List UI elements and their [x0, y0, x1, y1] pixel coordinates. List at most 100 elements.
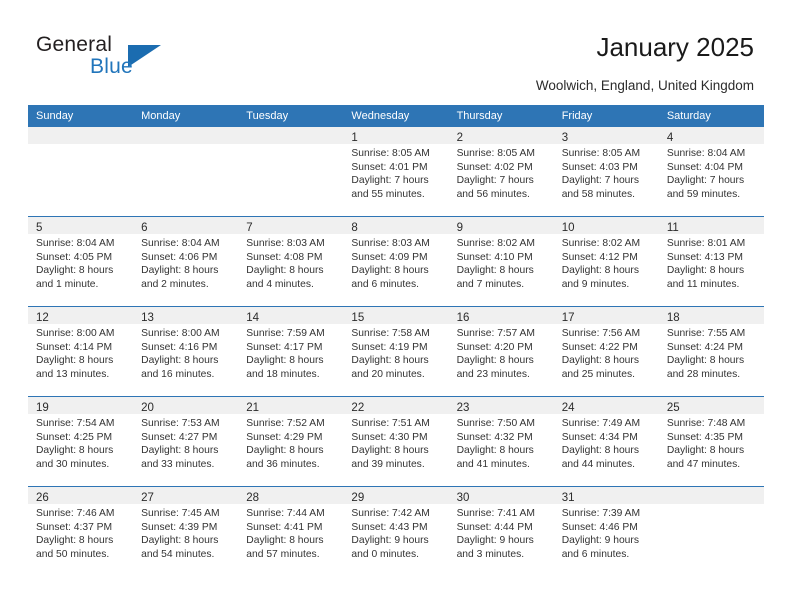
daylight-text-line1: Daylight: 8 hours	[246, 355, 324, 367]
day-cell[interactable]: 13 Sunrise: 8:00 AM Sunset: 4:16 PM Dayl…	[133, 306, 239, 397]
day-cell[interactable]: 25 Sunrise: 7:48 AM Sunset: 4:35 PM Dayl…	[658, 396, 764, 487]
day-number: 2	[456, 132, 463, 144]
day-cell[interactable]	[28, 127, 134, 217]
day-details: Sunrise: 7:49 AM Sunset: 4:34 PM Dayligh…	[554, 414, 659, 471]
weekday-header-friday: Friday	[553, 105, 659, 127]
daylight-text-line1: Daylight: 8 hours	[666, 445, 745, 457]
sunset-text: Sunset: 4:29 PM	[246, 431, 323, 443]
day-cell[interactable]: 3 Sunrise: 8:05 AM Sunset: 4:03 PM Dayli…	[553, 127, 659, 217]
daylight-text-line1: Daylight: 8 hours	[141, 535, 219, 547]
day-number: 7	[246, 222, 253, 234]
day-cell-inner: 21 Sunrise: 7:52 AM Sunset: 4:29 PM Dayl…	[238, 397, 344, 486]
day-cell-inner: 20 Sunrise: 7:53 AM Sunset: 4:27 PM Dayl…	[133, 397, 239, 486]
sunset-text: Sunset: 4:05 PM	[36, 251, 113, 263]
daylight-text-line2: and 1 minute.	[36, 278, 99, 290]
day-number: 31	[561, 492, 575, 504]
day-number: 10	[561, 222, 575, 234]
daylight-text-line1: Daylight: 9 hours	[351, 535, 429, 547]
sunrise-text: Sunrise: 8:03 AM	[351, 238, 430, 249]
sunrise-text: Sunrise: 7:46 AM	[36, 508, 115, 519]
day-cell[interactable]: 12 Sunrise: 8:00 AM Sunset: 4:14 PM Dayl…	[28, 306, 134, 397]
day-cell[interactable]: 4 Sunrise: 8:04 AM Sunset: 4:04 PM Dayli…	[658, 127, 764, 217]
day-number-strip: 19	[28, 397, 134, 414]
day-cell[interactable]: 30 Sunrise: 7:41 AM Sunset: 4:44 PM Dayl…	[448, 486, 554, 576]
sunset-text: Sunset: 4:10 PM	[456, 251, 533, 263]
sunset-text: Sunset: 4:14 PM	[36, 341, 113, 353]
day-number: 30	[456, 492, 470, 504]
day-number-strip: 14	[238, 307, 344, 324]
day-cell[interactable]: 26 Sunrise: 7:46 AM Sunset: 4:37 PM Dayl…	[28, 486, 134, 576]
daylight-text-line2: and 6 minutes.	[351, 278, 419, 290]
daylight-text-line1: Daylight: 8 hours	[141, 355, 219, 367]
sunset-text: Sunset: 4:24 PM	[666, 341, 743, 353]
daylight-text-line2: and 39 minutes.	[351, 458, 425, 470]
day-cell[interactable]	[658, 486, 764, 576]
day-cell-inner: 8 Sunrise: 8:03 AM Sunset: 4:09 PM Dayli…	[343, 217, 449, 306]
day-cell[interactable]: 29 Sunrise: 7:42 AM Sunset: 4:43 PM Dayl…	[343, 486, 449, 576]
daylight-text-line1: Daylight: 8 hours	[36, 535, 114, 547]
sunset-text: Sunset: 4:16 PM	[141, 341, 218, 353]
day-details: Sunrise: 8:04 AM Sunset: 4:04 PM Dayligh…	[659, 144, 764, 201]
day-cell[interactable]: 1 Sunrise: 8:05 AM Sunset: 4:01 PM Dayli…	[343, 127, 449, 217]
day-cell[interactable]: 27 Sunrise: 7:45 AM Sunset: 4:39 PM Dayl…	[133, 486, 239, 576]
day-cell[interactable]: 17 Sunrise: 7:56 AM Sunset: 4:22 PM Dayl…	[553, 306, 659, 397]
day-number: 5	[36, 222, 43, 234]
day-cell[interactable]: 28 Sunrise: 7:44 AM Sunset: 4:41 PM Dayl…	[238, 486, 344, 576]
day-number: 12	[36, 312, 49, 324]
daylight-text-line1: Daylight: 8 hours	[246, 265, 324, 277]
daylight-text-line1: Daylight: 8 hours	[666, 265, 745, 277]
day-cell-inner: 24 Sunrise: 7:49 AM Sunset: 4:34 PM Dayl…	[553, 397, 659, 486]
day-cell[interactable]: 14 Sunrise: 7:59 AM Sunset: 4:17 PM Dayl…	[238, 306, 344, 397]
day-cell[interactable]: 11 Sunrise: 8:01 AM Sunset: 4:13 PM Dayl…	[658, 216, 764, 307]
day-cell[interactable]: 20 Sunrise: 7:53 AM Sunset: 4:27 PM Dayl…	[133, 396, 239, 487]
day-number: 1	[351, 132, 358, 144]
day-cell[interactable]: 6 Sunrise: 8:04 AM Sunset: 4:06 PM Dayli…	[133, 216, 239, 307]
day-cell[interactable]: 10 Sunrise: 8:02 AM Sunset: 4:12 PM Dayl…	[553, 216, 659, 307]
daylight-text-line2: and 59 minutes.	[666, 188, 741, 200]
week-row: 5 Sunrise: 8:04 AM Sunset: 4:05 PM Dayli…	[28, 216, 764, 307]
day-cell[interactable]: 21 Sunrise: 7:52 AM Sunset: 4:29 PM Dayl…	[238, 396, 344, 487]
day-cell-inner: 29 Sunrise: 7:42 AM Sunset: 4:43 PM Dayl…	[343, 487, 449, 576]
day-cell[interactable]: 7 Sunrise: 8:03 AM Sunset: 4:08 PM Dayli…	[238, 216, 344, 307]
day-cell[interactable]: 15 Sunrise: 7:58 AM Sunset: 4:19 PM Dayl…	[343, 306, 449, 397]
day-number: 14	[246, 312, 260, 324]
sunrise-text: Sunrise: 7:53 AM	[141, 418, 220, 429]
sunset-text: Sunset: 4:03 PM	[561, 161, 638, 173]
day-details: Sunrise: 8:02 AM Sunset: 4:10 PM Dayligh…	[449, 234, 554, 291]
sunset-text: Sunset: 4:04 PM	[666, 161, 743, 173]
day-cell[interactable]: 23 Sunrise: 7:50 AM Sunset: 4:32 PM Dayl…	[448, 396, 554, 487]
general-blue-logo[interactable]: General Blue	[36, 33, 206, 85]
day-cell-inner	[133, 127, 239, 216]
day-details: Sunrise: 7:56 AM Sunset: 4:22 PM Dayligh…	[554, 324, 659, 381]
daylight-text-line1: Daylight: 7 hours	[351, 175, 429, 187]
day-cell[interactable]: 18 Sunrise: 7:55 AM Sunset: 4:24 PM Dayl…	[658, 306, 764, 397]
day-cell-inner: 26 Sunrise: 7:46 AM Sunset: 4:37 PM Dayl…	[28, 487, 134, 576]
page-title: January 2025	[596, 32, 754, 62]
day-cell[interactable]: 8 Sunrise: 8:03 AM Sunset: 4:09 PM Dayli…	[343, 216, 449, 307]
day-number: 4	[666, 132, 674, 144]
day-details: Sunrise: 8:03 AM Sunset: 4:08 PM Dayligh…	[238, 234, 343, 291]
day-details: Sunrise: 8:05 AM Sunset: 4:03 PM Dayligh…	[554, 144, 659, 201]
sunrise-text: Sunrise: 8:05 AM	[561, 148, 641, 159]
day-number-strip	[238, 127, 344, 144]
day-cell[interactable]: 9 Sunrise: 8:02 AM Sunset: 4:10 PM Dayli…	[448, 216, 554, 307]
day-cell[interactable]: 2 Sunrise: 8:05 AM Sunset: 4:02 PM Dayli…	[448, 127, 554, 217]
day-number: 29	[351, 492, 365, 504]
day-number-strip: 17	[553, 307, 659, 324]
day-cell[interactable]: 31 Sunrise: 7:39 AM Sunset: 4:46 PM Dayl…	[553, 486, 659, 576]
weekday-header-wednesday: Wednesday	[343, 105, 449, 127]
sunset-text: Sunset: 4:02 PM	[456, 161, 533, 173]
day-cell[interactable]	[133, 127, 239, 217]
day-cell[interactable]: 16 Sunrise: 7:57 AM Sunset: 4:20 PM Dayl…	[448, 306, 554, 397]
day-cell[interactable]: 19 Sunrise: 7:54 AM Sunset: 4:25 PM Dayl…	[28, 396, 134, 487]
day-cell[interactable]: 22 Sunrise: 7:51 AM Sunset: 4:30 PM Dayl…	[343, 396, 449, 487]
day-number: 21	[246, 402, 260, 414]
weekday-header-row: Sunday Monday Tuesday Wednesday Thursday…	[28, 105, 764, 127]
day-number-strip: 13	[133, 307, 239, 324]
day-number: 22	[351, 402, 365, 414]
daylight-text-line2: and 3 minutes.	[456, 548, 525, 560]
day-cell-inner	[238, 127, 344, 216]
day-cell[interactable]: 5 Sunrise: 8:04 AM Sunset: 4:05 PM Dayli…	[28, 216, 134, 307]
day-cell[interactable]	[238, 127, 344, 217]
day-cell[interactable]: 24 Sunrise: 7:49 AM Sunset: 4:34 PM Dayl…	[553, 396, 659, 487]
